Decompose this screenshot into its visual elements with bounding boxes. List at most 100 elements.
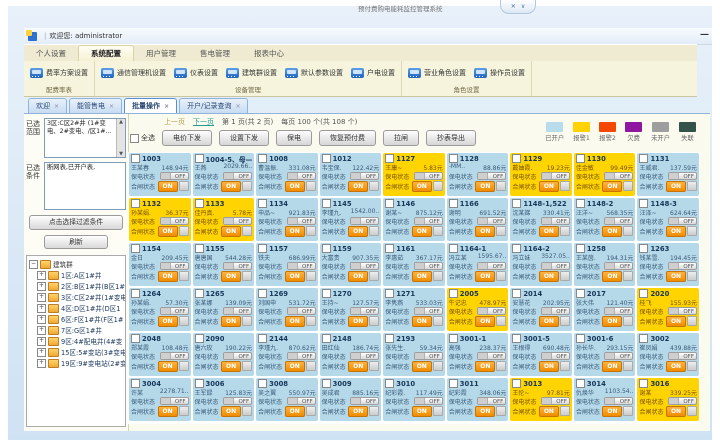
expand-icon[interactable]: +	[37, 304, 46, 313]
baodian-toggle[interactable]: OFF	[414, 217, 443, 225]
card-checkbox[interactable]	[385, 154, 394, 163]
card-checkbox[interactable]	[258, 199, 267, 208]
hezha-toggle[interactable]: ON	[221, 316, 252, 327]
hezha-toggle[interactable]: ON	[158, 181, 189, 192]
meter-card[interactable]: 1131王威君.137.59元保电状态OFF合闸状态ON	[637, 153, 699, 196]
hezha-toggle[interactable]: ON	[221, 271, 252, 282]
toolbar-button-抄表导出[interactable]: 抄表导出	[426, 130, 476, 146]
card-checkbox[interactable]	[131, 334, 140, 343]
expand-icon[interactable]: +	[37, 293, 46, 302]
meter-card[interactable]: 1148-3汪泽~624.64元保电状态OFF合闸状态ON	[637, 198, 699, 241]
baodian-toggle[interactable]: OFF	[160, 352, 189, 360]
ribbon-button-营业角色设置[interactable]: 营业角色设置	[406, 67, 468, 79]
meter-card[interactable]: 2005牛记忠478.97元保电状态OFF合闸状态ON	[447, 288, 509, 331]
baodian-toggle[interactable]: OFF	[223, 352, 252, 360]
hezha-toggle[interactable]: ON	[666, 226, 697, 237]
baodian-toggle[interactable]: OFF	[350, 217, 379, 225]
card-checkbox[interactable]	[512, 379, 521, 388]
meter-card[interactable]: 1265张某娜139.09元保电状态OFF合闸状态ON	[193, 288, 255, 331]
ribbon-button-费率方案设置[interactable]: 费率方案设置	[28, 67, 90, 79]
baodian-toggle[interactable]: OFF	[414, 352, 443, 360]
hezha-toggle[interactable]: ON	[602, 361, 633, 372]
baodian-toggle[interactable]: OFF	[223, 217, 252, 225]
baodian-toggle[interactable]: OFF	[604, 217, 633, 225]
meter-card[interactable]: 3014仇焕华1103.54..保电状态OFF合闸状态ON	[574, 378, 636, 421]
card-checkbox[interactable]	[195, 244, 204, 253]
baodian-toggle[interactable]: OFF	[287, 262, 316, 270]
meter-card[interactable]: 1155唐唐国544.28元保电状态OFF合闸状态ON	[193, 243, 255, 286]
close-icon[interactable]: ×	[109, 103, 114, 110]
tree-item[interactable]: +3区:C区2#井(1#变电	[37, 292, 125, 302]
card-checkbox[interactable]	[131, 154, 140, 163]
tree-item[interactable]: +2区:B区1#井(B区1#变	[37, 281, 125, 291]
meter-card[interactable]: 3001-6孙长华.293.15元保电状态OFF合闸状态ON	[574, 333, 636, 376]
expand-icon[interactable]: +	[37, 271, 46, 280]
hezha-toggle[interactable]: ON	[412, 316, 443, 327]
card-checkbox[interactable]	[639, 379, 648, 388]
card-checkbox[interactable]	[512, 154, 521, 163]
ribbon-tab-报表中心[interactable]: 报表中心	[242, 46, 296, 62]
meter-card[interactable]: 1130佳金敏99.49元保电状态OFF合闸状态ON	[574, 153, 636, 196]
meter-card[interactable]: 3001-1高强238.37元保电状态OFF合闸状态ON	[447, 333, 509, 376]
tree-item[interactable]: +9区:4#配电井(4#变	[37, 336, 125, 346]
hezha-toggle[interactable]: ON	[666, 406, 697, 417]
close-icon[interactable]: ×	[54, 103, 59, 110]
baodian-toggle[interactable]: OFF	[414, 307, 443, 315]
meter-card[interactable]: 3001-5王根得690.48元保电状态OFF合闸状态ON	[510, 333, 572, 376]
card-checkbox[interactable]	[322, 334, 331, 343]
ribbon-button-通信管理机设置[interactable]: 通信管理机设置	[99, 67, 168, 79]
card-checkbox[interactable]	[258, 289, 267, 298]
meter-card[interactable]: 2048郑某霞108.48元保电状态OFF合闸状态ON	[129, 333, 191, 376]
hezha-toggle[interactable]: ON	[602, 226, 633, 237]
expand-icon[interactable]: +	[37, 359, 46, 368]
baodian-toggle[interactable]: OFF	[604, 397, 633, 405]
tree-item[interactable]: +15区:5#变站(3#变电	[37, 347, 125, 357]
baodian-toggle[interactable]: OFF	[223, 262, 252, 270]
hezha-toggle[interactable]: ON	[602, 406, 633, 417]
expand-icon[interactable]: +	[37, 348, 46, 357]
meter-card[interactable]: 1148-1,522沈某娣330.41元保电状态OFF合闸状态ON	[510, 198, 572, 241]
doc-tab-能管售电[interactable]: 能管售电×	[69, 98, 122, 113]
meter-card[interactable]: 3011纪彩霞348.06元保电状态OFF合闸状态ON	[447, 378, 509, 421]
card-checkbox[interactable]	[258, 154, 267, 163]
baodian-toggle[interactable]: OFF	[477, 217, 506, 225]
meter-card[interactable]: 1263钱某雪.194.45元保电状态OFF合闸状态ON	[637, 243, 699, 286]
meter-card[interactable]: 3008吴之翼550.97元保电状态OFF合闸状态ON	[256, 378, 318, 421]
baodian-toggle[interactable]: OFF	[604, 262, 633, 270]
meter-card[interactable]: 3002崔凤娟439.88元保电状态OFF合闸状态ON	[637, 333, 699, 376]
meter-card[interactable]: 1258王某茵.194.31元保电状态OFF合闸状态ON	[574, 243, 636, 286]
baodian-toggle[interactable]: OFF	[223, 307, 252, 315]
card-checkbox[interactable]	[322, 199, 331, 208]
meter-card[interactable]: 1145李瑾九.1542.00..保电状态OFF合闸状态ON	[320, 198, 382, 241]
baodian-toggle[interactable]: OFF	[604, 172, 633, 180]
baodian-toggle[interactable]: OFF	[287, 217, 316, 225]
hezha-toggle[interactable]: ON	[348, 226, 379, 237]
card-checkbox[interactable]	[131, 199, 140, 208]
hezha-toggle[interactable]: ON	[221, 361, 252, 372]
card-checkbox[interactable]	[449, 334, 458, 343]
meter-card[interactable]: 1146谢某~875.12元保电状态OFF合闸状态ON	[383, 198, 445, 241]
meter-card[interactable]: 1157铁夫686.99元保电状态OFF合闸状态ON	[256, 243, 318, 286]
ribbon-button-户电设置[interactable]: 户电设置	[349, 67, 397, 79]
baodian-toggle[interactable]: OFF	[604, 307, 633, 315]
close-icon[interactable]: ×	[235, 103, 240, 110]
hezha-toggle[interactable]: ON	[221, 406, 252, 417]
baodian-toggle[interactable]: OFF	[477, 307, 506, 315]
hezha-toggle[interactable]: ON	[666, 361, 697, 372]
card-checkbox[interactable]	[322, 154, 331, 163]
minimize-button[interactable]: —	[700, 30, 709, 40]
tree-item[interactable]: +1区:A区1#井	[37, 270, 125, 280]
baodian-toggle[interactable]: OFF	[223, 397, 252, 405]
ribbon-tab-售电管理[interactable]: 售电管理	[188, 46, 242, 62]
tree-root[interactable]: −建筑群	[29, 259, 125, 269]
baodian-toggle[interactable]: OFF	[668, 172, 697, 180]
chevron-down-icon[interactable]: ∨	[521, 3, 525, 10]
baodian-toggle[interactable]: OFF	[287, 307, 316, 315]
collapse-icon[interactable]: −	[29, 260, 38, 269]
baodian-toggle[interactable]: OFF	[668, 217, 697, 225]
meter-card[interactable]: 2020桂飞155.93元保电状态OFF合闸状态ON	[637, 288, 699, 331]
card-checkbox[interactable]	[385, 244, 394, 253]
card-checkbox[interactable]	[512, 289, 521, 298]
card-checkbox[interactable]	[512, 334, 521, 343]
hezha-toggle[interactable]: ON	[348, 406, 379, 417]
